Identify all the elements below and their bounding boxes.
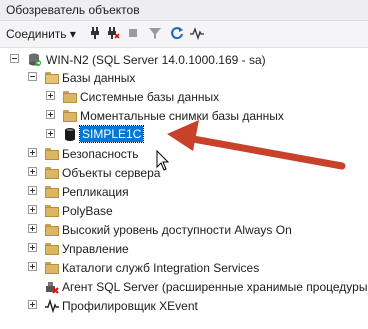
annotation-arrow <box>167 120 346 170</box>
mouse-cursor-icon <box>156 150 170 171</box>
